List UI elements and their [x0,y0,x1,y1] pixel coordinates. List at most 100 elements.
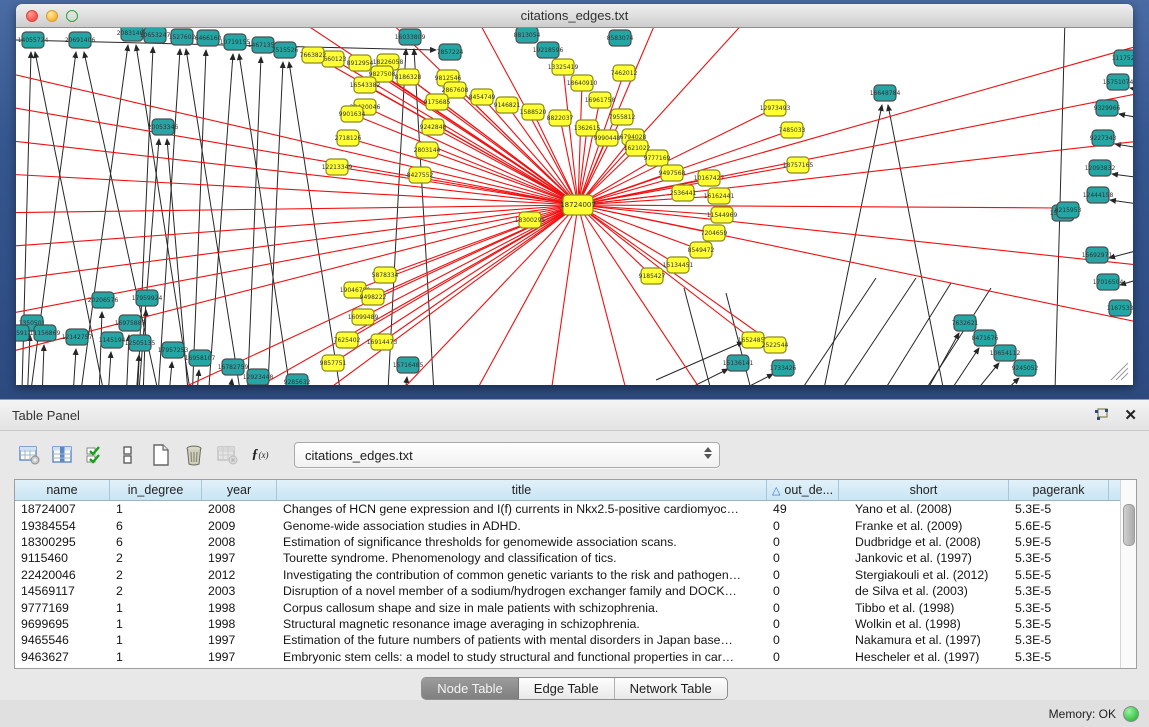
table-row[interactable]: 911546021997Tourette syndrome. Phenomeno… [15,550,1136,566]
svg-text:16961758: 16961758 [585,97,616,104]
svg-text:16782759: 16782759 [218,364,249,371]
table-cell: 18300295 [15,535,110,549]
close-window-icon[interactable] [26,10,38,22]
svg-text:8471676: 8471676 [972,335,999,342]
svg-text:16914473: 16914473 [367,339,398,346]
table-settings-icon[interactable] [18,444,40,466]
table-row[interactable]: 1830029562008Estimation of significance … [15,534,1136,550]
svg-text:9901634: 9901634 [339,111,366,118]
table-cell: 2 [110,584,202,598]
table-cell: Wolkin et al. (1998) [839,617,1009,631]
svg-text:1145194: 1145194 [99,337,126,344]
table-toolbar: ƒ(x) citations_edges.txt [0,431,1149,475]
select-rows-check-icon[interactable] [84,444,106,466]
table-panel-title: Table Panel [12,408,80,423]
table-row[interactable]: 946554611997Estimation of the future num… [15,632,1136,648]
close-panel-icon[interactable]: ✕ [1124,408,1137,423]
select-columns-icon[interactable] [51,444,73,466]
memory-status-icon[interactable] [1123,706,1139,722]
table-row[interactable]: 977716911998Corpus callosum shape and si… [15,599,1136,615]
svg-text:7515526: 7515526 [272,47,299,54]
table-cell: 0 [767,650,839,664]
network-view-canvas[interactable]: 8660123891295418226058982750816543382818… [16,28,1133,385]
column-header-in_degree[interactable]: in_degree [110,480,202,500]
table-source-combobox[interactable]: citations_edges.txt [294,442,720,468]
svg-text:12444158: 12444158 [1083,192,1114,199]
svg-text:18757165: 18757165 [783,162,814,169]
window-title: citations_edges.txt [521,8,629,23]
table-cell: 5.3E-5 [1009,502,1109,516]
tab-network-table[interactable]: Network Table [615,678,727,699]
citation-network-graph[interactable]: 8660123891295418226058982750816543382818… [16,28,1133,385]
delete-trash-icon[interactable] [183,444,205,466]
table-row[interactable]: 946362711997Embryonic stem cells: a mode… [15,649,1136,665]
svg-text:8822037: 8822037 [547,115,574,122]
svg-text:11544969: 11544969 [707,212,738,219]
combobox-stepper-icon [704,447,712,459]
table-row[interactable]: 2242004622012Investigating the contribut… [15,567,1136,583]
table-cell: 2012 [202,568,277,582]
float-panel-icon[interactable] [1094,408,1110,422]
table-body: 1872400712008Changes of HCN gene express… [15,501,1136,665]
svg-text:9857751: 9857751 [320,360,347,367]
row-height-icon[interactable] [117,444,139,466]
table-cell: 49 [767,502,839,516]
table-cell: 2008 [202,535,277,549]
tab-node-table[interactable]: Node Table [422,678,519,699]
table-row[interactable]: 1872400712008Changes of HCN gene express… [15,501,1136,517]
new-document-icon[interactable] [150,444,172,466]
svg-text:9285632: 9285632 [284,379,311,385]
table-row[interactable]: 1456911722003Disruption of a novel membe… [15,583,1136,599]
svg-text:16543382: 16543382 [350,82,381,89]
zoom-window-icon[interactable] [66,10,78,22]
svg-text:16099489: 16099489 [348,314,379,321]
svg-text:7857224: 7857224 [437,49,464,56]
column-header-out_de[interactable]: △out_de... [767,480,839,500]
table-cell: Nakamura et al. (1997) [839,633,1009,647]
tab-edge-table[interactable]: Edge Table [519,678,615,699]
svg-text:1588520: 1588520 [520,109,547,116]
function-builder-icon[interactable]: ƒ(x) [249,444,271,466]
window-traffic-lights [26,10,78,22]
table-cell: 2 [110,551,202,565]
node-table[interactable]: namein_degreeyeartitle△out_de...shortpag… [14,479,1137,669]
table-cell: Estimation of significance thresholds fo… [277,535,767,549]
table-cell: 6 [110,519,202,533]
table-cell: Investigating the contribution of common… [277,568,767,582]
table-cell: Franke et al. (2009) [839,519,1009,533]
svg-text:8912954: 8912954 [347,60,374,67]
svg-text:8427552: 8427552 [407,172,434,179]
network-window-titlebar[interactable]: citations_edges.txt [16,4,1133,28]
minimize-window-icon[interactable] [46,10,58,22]
table-row[interactable]: 969969511998Structural magnetic resonanc… [15,616,1136,632]
table-cell: 18724007 [15,502,110,516]
table-row[interactable]: 1938455462009Genome-wide association stu… [15,517,1136,533]
cytoscape-desktop: citations_edges.txt 86601238912954182260… [0,0,1149,399]
column-header-title[interactable]: title [277,480,767,500]
table-cell: Disruption of a novel member of a sodium… [277,584,767,598]
column-header-name[interactable]: name [15,480,110,500]
svg-text:9990448: 9990448 [594,135,621,142]
table-cell: 9699695 [15,617,110,631]
svg-text:12093832: 12093832 [1085,165,1116,172]
table-panel-titlebar[interactable]: Table Panel ✕ [0,400,1149,431]
svg-text:10167427: 10167427 [694,175,725,182]
network-window[interactable]: citations_edges.txt 86601238912954182260… [16,4,1133,385]
table-cell: 0 [767,568,839,582]
memory-status-label: Memory: OK [1049,707,1116,721]
table-tab-bar: Node Table Edge Table Network Table [0,677,1149,700]
svg-text:18300295: 18300295 [515,217,546,224]
vertical-scrollbar[interactable] [1120,480,1136,668]
svg-text:9245052: 9245052 [1012,365,1039,372]
column-header-pagerank[interactable]: pagerank [1009,480,1109,500]
table-cell: 2008 [202,502,277,516]
svg-text:20691406: 20691406 [65,37,96,44]
svg-text:9777169: 9777169 [644,155,671,162]
table-cell: Genome-wide association studies in ADHD. [277,519,767,533]
svg-text:17959924: 17959924 [132,295,163,302]
scrollbar-thumb[interactable] [1123,504,1135,546]
column-header-short[interactable]: short [839,480,1009,500]
table-cell: Structural magnetic resonance image aver… [277,617,767,631]
column-header-year[interactable]: year [202,480,277,500]
table-cell: 1997 [202,650,277,664]
